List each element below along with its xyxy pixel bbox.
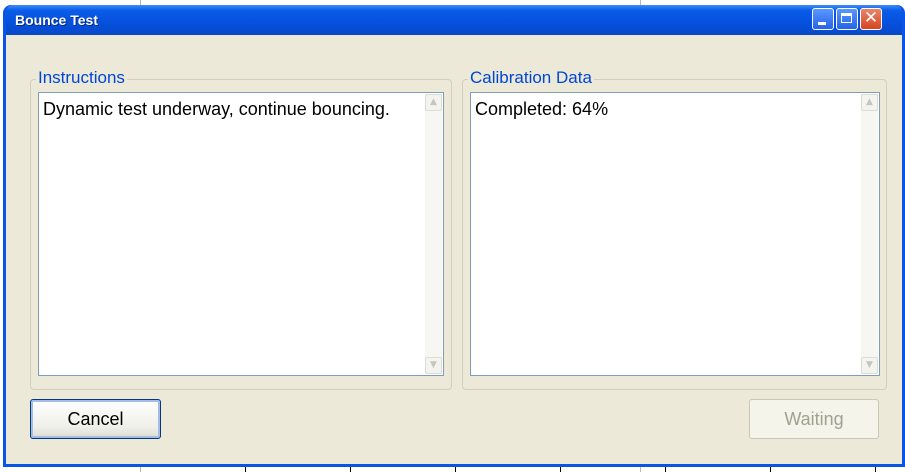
- scroll-up-button[interactable]: ▲: [425, 94, 442, 111]
- window-title: Bounce Test: [15, 12, 98, 28]
- dialog-client-area: Instructions Dynamic test underway, cont…: [6, 35, 902, 464]
- bounce-test-dialog: Bounce Test ✕ Instructions Dynamic test …: [3, 5, 905, 467]
- maximize-icon: [841, 13, 852, 23]
- minimize-button[interactable]: [812, 8, 834, 30]
- chevron-up-icon: ▲: [430, 97, 437, 107]
- close-icon: ✕: [863, 8, 879, 28]
- scroll-up-button[interactable]: ▲: [861, 94, 878, 111]
- chevron-up-icon: ▲: [866, 97, 873, 107]
- scroll-down-button[interactable]: ▼: [861, 357, 878, 374]
- chevron-down-icon: ▼: [430, 360, 437, 370]
- calibration-data-textarea[interactable]: Completed: 64% ▲ ▼: [470, 92, 880, 376]
- minimize-icon: [818, 22, 826, 25]
- scroll-down-button[interactable]: ▼: [425, 357, 442, 374]
- waiting-button[interactable]: Waiting: [749, 399, 879, 439]
- instructions-label: Instructions: [36, 68, 127, 88]
- maximize-button[interactable]: [836, 8, 858, 30]
- calibration-data-label: Calibration Data: [468, 68, 594, 88]
- calibration-scrollbar[interactable]: ▲ ▼: [861, 94, 878, 374]
- title-bar[interactable]: Bounce Test ✕: [6, 5, 902, 35]
- chevron-down-icon: ▼: [866, 360, 873, 370]
- instructions-text: Dynamic test underway, continue bouncing…: [43, 99, 390, 119]
- instructions-textarea[interactable]: Dynamic test underway, continue bouncing…: [38, 92, 444, 376]
- instructions-scrollbar[interactable]: ▲ ▼: [425, 94, 442, 374]
- close-button[interactable]: ✕: [860, 8, 882, 30]
- cancel-button[interactable]: Cancel: [30, 399, 161, 439]
- calibration-data-text: Completed: 64%: [475, 99, 609, 119]
